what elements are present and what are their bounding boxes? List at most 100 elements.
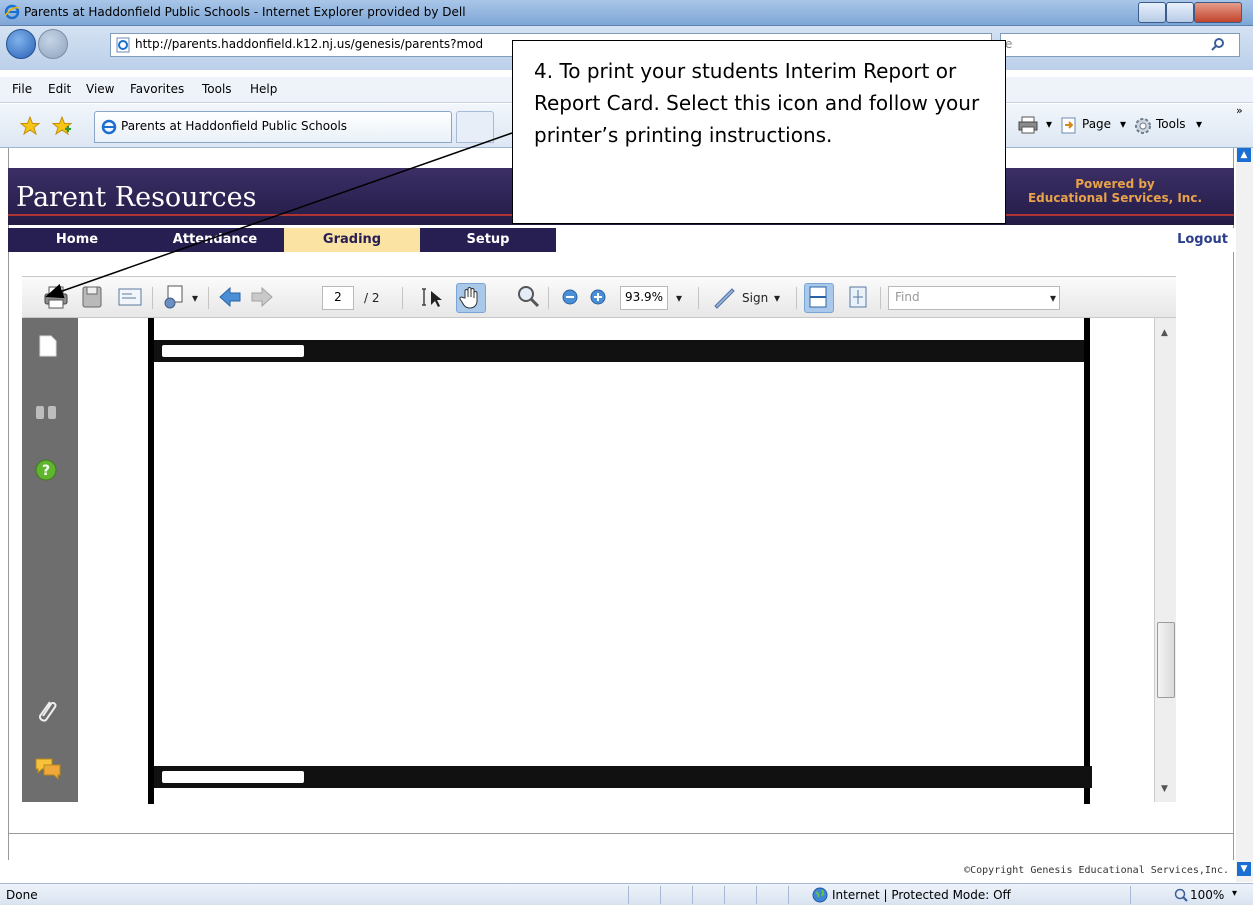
- select-tool-button[interactable]: [418, 283, 446, 311]
- logout-link[interactable]: Logout: [1177, 232, 1228, 247]
- add-favorites-icon[interactable]: [52, 116, 72, 136]
- paperclip-icon[interactable]: [34, 698, 58, 726]
- page-command-icon: [1061, 117, 1076, 134]
- zoom-magnifier-icon: [518, 286, 540, 308]
- save-button[interactable]: [78, 283, 106, 311]
- toolbar-separator: [402, 287, 403, 309]
- sign-button[interactable]: [710, 283, 738, 311]
- menu-favorites[interactable]: Favorites: [130, 82, 184, 96]
- binoculars-icon[interactable]: [34, 402, 58, 422]
- menu-tools[interactable]: Tools: [202, 82, 232, 96]
- fit-page-icon: [849, 286, 867, 308]
- minimize-button[interactable]: [1138, 2, 1166, 23]
- zoom-in-icon: [590, 289, 606, 305]
- zoom-in-button[interactable]: [584, 283, 612, 311]
- page-scrollbar[interactable]: ▲ ▼: [1236, 148, 1253, 882]
- tools-gear-icon: [1135, 118, 1151, 134]
- find-input[interactable]: Find: [888, 286, 1060, 310]
- page-command[interactable]: Page: [1082, 117, 1111, 131]
- address-url: http://parents.haddonfield.k12.nj.us/gen…: [135, 37, 484, 51]
- nav-setup[interactable]: Setup: [420, 228, 557, 252]
- pdf-side-panel: ?: [22, 318, 78, 802]
- print-command-icon[interactable]: [1018, 116, 1038, 134]
- menu-help[interactable]: Help: [250, 82, 277, 96]
- back-button[interactable]: [6, 29, 36, 59]
- scroll-down-arrow-icon[interactable]: ▼: [1161, 784, 1168, 794]
- sign-dropdown-arrow[interactable]: ▾: [774, 291, 780, 305]
- email-button[interactable]: [116, 283, 144, 311]
- page-number-input[interactable]: 2: [322, 286, 354, 310]
- toolbar-separator: [152, 287, 153, 309]
- nav-grading[interactable]: Grading: [284, 228, 421, 252]
- status-divider: [628, 886, 629, 904]
- zoom-level[interactable]: 100%: [1190, 888, 1224, 902]
- page-dropdown-arrow[interactable]: ▾: [1120, 117, 1126, 131]
- tab-parents-haddonfield[interactable]: Parents at Haddonfield Public Schools: [94, 111, 452, 143]
- comments-icon[interactable]: [34, 756, 62, 780]
- full-screen-button[interactable]: [844, 283, 872, 311]
- status-divider: [1130, 886, 1131, 904]
- zoom-level-input[interactable]: 93.9%: [620, 286, 668, 310]
- powered-by-line1: Powered by: [1075, 177, 1155, 191]
- search-icon[interactable]: [1211, 37, 1225, 51]
- scroll-up-icon[interactable]: ▲: [1237, 148, 1251, 162]
- pen-icon: [714, 288, 735, 309]
- print-button[interactable]: [42, 283, 70, 311]
- nav-attendance[interactable]: Attendance: [146, 228, 285, 252]
- report-header-bar: [154, 340, 1084, 362]
- redacted-text: [162, 771, 304, 783]
- favorites-star-icon[interactable]: [20, 116, 40, 136]
- tab-label: Parents at Haddonfield Public Schools: [121, 119, 348, 133]
- find-dropdown-arrow[interactable]: ▾: [1050, 291, 1056, 305]
- previous-page-button[interactable]: [216, 283, 244, 311]
- report-footer-bar: [154, 766, 1092, 788]
- new-tab-button[interactable]: [456, 111, 494, 143]
- globe-icon: [812, 887, 828, 903]
- menu-file[interactable]: File: [12, 82, 32, 96]
- zoom-dropdown-icon[interactable]: ▾: [1232, 888, 1237, 899]
- site-logo: Parent Resources: [16, 182, 257, 213]
- document-view-icon: [118, 288, 142, 306]
- page-icon: [116, 37, 130, 53]
- menu-edit[interactable]: Edit: [48, 82, 71, 96]
- sign-label[interactable]: Sign: [742, 291, 768, 305]
- ie-logo-icon: [4, 4, 20, 20]
- scroll-thumb[interactable]: [1157, 622, 1175, 698]
- next-page-button[interactable]: [248, 283, 276, 311]
- print-dropdown-arrow[interactable]: ▾: [1046, 117, 1052, 131]
- ie-tab-icon: [101, 119, 117, 135]
- forward-button[interactable]: [38, 29, 68, 59]
- marquee-zoom-button[interactable]: [514, 283, 542, 311]
- share-button[interactable]: [160, 283, 188, 311]
- zoom-out-button[interactable]: [556, 283, 584, 311]
- window-title: Parents at Haddonfield Public Schools - …: [24, 5, 466, 19]
- zoom-out-icon: [562, 289, 578, 305]
- pages-icon[interactable]: [38, 334, 58, 358]
- security-zone[interactable]: Internet | Protected Mode: Off: [832, 888, 1011, 902]
- hand-tool-button[interactable]: [456, 283, 486, 313]
- status-divider: [788, 886, 789, 904]
- page-total: / 2: [364, 291, 380, 305]
- share-dropdown-arrow[interactable]: ▾: [192, 291, 198, 305]
- search-field[interactable]: e: [1000, 33, 1240, 57]
- status-text: Done: [6, 888, 38, 902]
- status-divider: [660, 886, 661, 904]
- close-button[interactable]: [1194, 2, 1242, 23]
- zoom-dropdown-arrow[interactable]: ▾: [676, 291, 682, 305]
- chevron-overflow-icon[interactable]: »: [1236, 104, 1243, 117]
- fit-width-button[interactable]: [804, 283, 834, 313]
- help-icon[interactable]: ?: [34, 458, 58, 482]
- tools-command[interactable]: Tools: [1156, 117, 1186, 131]
- share-document-icon: [164, 285, 183, 309]
- maximize-button[interactable]: [1166, 2, 1194, 23]
- menu-view[interactable]: View: [86, 82, 114, 96]
- printer-icon: [44, 286, 68, 309]
- toolbar-separator: [698, 287, 699, 309]
- tools-dropdown-arrow[interactable]: ▾: [1196, 117, 1202, 131]
- site-nav: Home Attendance Grading Setup Logout: [8, 228, 1234, 252]
- search-text: e: [1005, 37, 1013, 51]
- pdf-vertical-scrollbar[interactable]: ▲ ▼: [1154, 318, 1176, 802]
- nav-home[interactable]: Home: [8, 228, 147, 252]
- scroll-up-arrow-icon[interactable]: ▲: [1161, 328, 1168, 338]
- scroll-down-icon[interactable]: ▼: [1237, 862, 1251, 876]
